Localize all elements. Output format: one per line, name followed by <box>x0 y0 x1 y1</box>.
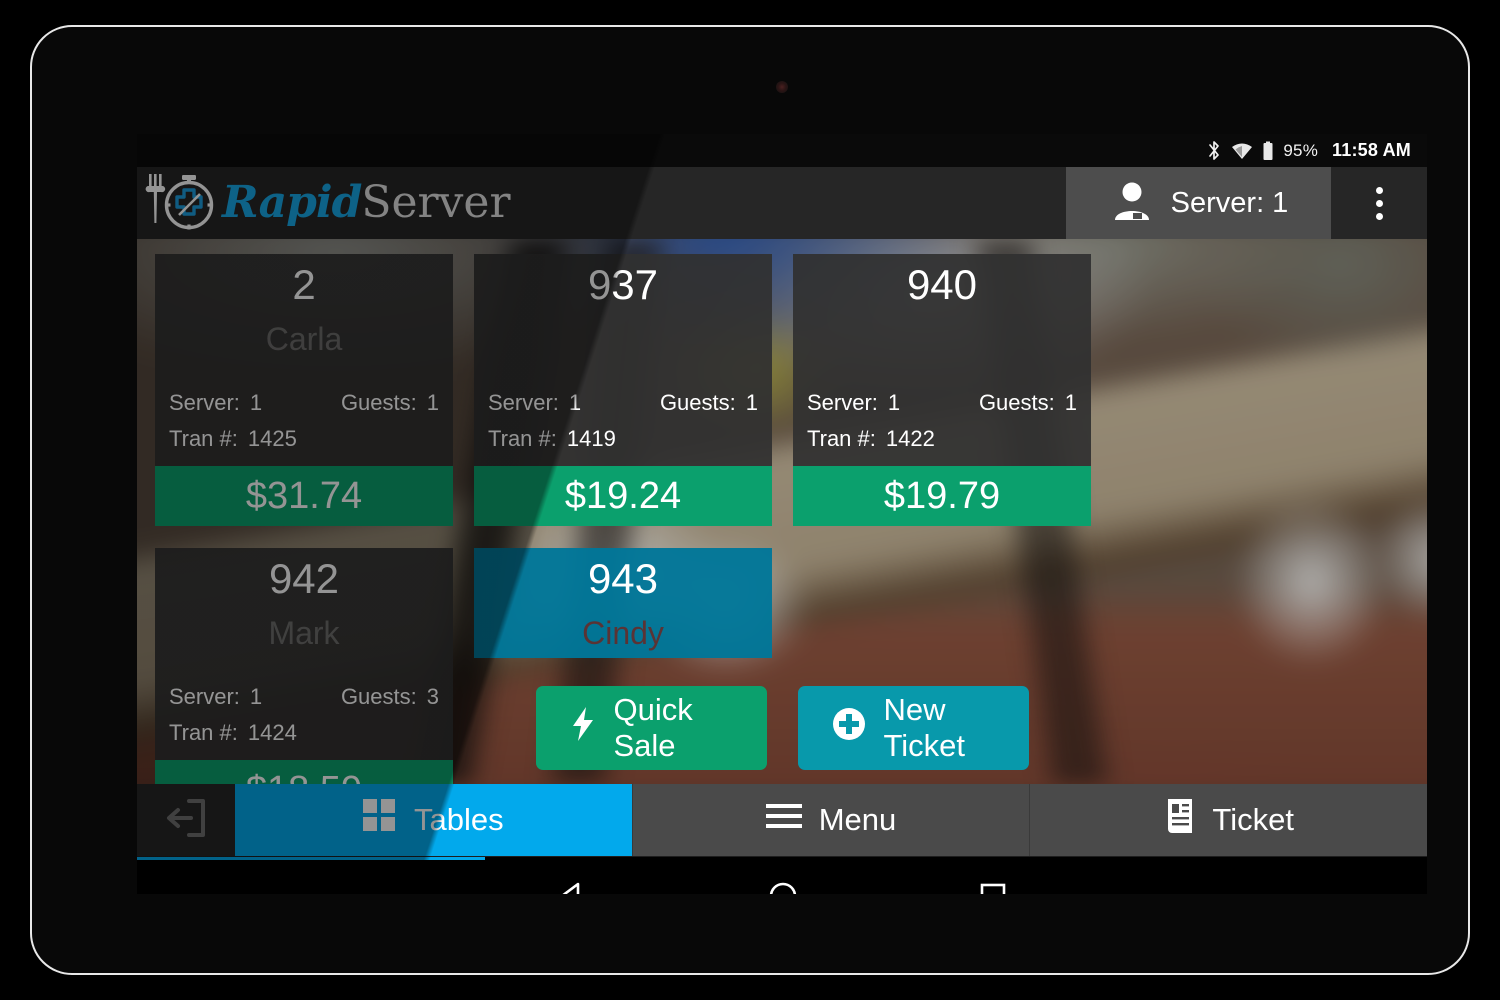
back-triangle-icon[interactable] <box>556 880 588 894</box>
table-card-body: 2 Carla Server: 1 Guests: 1 Tran #: 1425 <box>155 254 453 466</box>
table-card-meta: Server: 1 Guests: 1 Tran #: 1425 <box>169 385 439 458</box>
recents-square-icon[interactable] <box>978 881 1008 894</box>
table-number: 942 <box>268 555 340 602</box>
guests-value: 1 <box>745 389 758 415</box>
table-number: 937 <box>587 261 659 308</box>
logout-icon <box>161 793 211 848</box>
android-navigation-bar <box>137 856 1427 894</box>
table-card[interactable]: 940 Server: 1 Guests: 1 Tran #: 1422 $19.79 <box>793 254 1091 526</box>
bluetooth-icon <box>1207 140 1222 161</box>
table-owner-name: Mark <box>268 615 340 652</box>
new-ticket-button[interactable]: New Ticket <box>797 686 1029 770</box>
table-number: 943 <box>587 555 659 602</box>
tablet-device-frame: 95% 11:58 AM RapidServer Server: 1 2 Car… <box>30 25 1470 975</box>
server-value: 1 <box>568 389 582 415</box>
battery-icon <box>1262 141 1274 161</box>
grid-icon <box>363 799 397 841</box>
quick-sale-button[interactable]: Quick Sale <box>535 686 767 770</box>
app-logo: RapidServer <box>137 168 511 239</box>
guests-value: 1 <box>1064 389 1077 415</box>
status-bar-clock: 11:58 AM <box>1332 140 1411 160</box>
tran-value: 1425 <box>247 426 297 452</box>
table-owner-name: Carla <box>265 321 343 358</box>
tablet-screen: 95% 11:58 AM RapidServer Server: 1 2 Car… <box>137 134 1427 894</box>
android-status-bar: 95% 11:58 AM <box>137 134 1427 167</box>
tab-menu[interactable]: Menu <box>631 784 1030 856</box>
page-progress-indicator <box>137 857 486 860</box>
tran-label: Tran #: <box>488 426 557 452</box>
table-total-amount: $19.79 <box>793 466 1091 526</box>
battery-percent-label: 95% <box>1283 140 1319 160</box>
home-circle-icon[interactable] <box>767 880 799 894</box>
tran-value: 1422 <box>885 426 935 452</box>
table-number: 940 <box>906 261 978 308</box>
tab-ticket[interactable]: Ticket <box>1029 784 1427 856</box>
logout-button[interactable] <box>137 784 235 856</box>
app-logo-text: RapidServer <box>222 181 511 225</box>
table-card-meta: Server: 1 Guests: 1 Tran #: 1419 <box>488 385 758 458</box>
server-value: 1 <box>887 389 901 415</box>
tab-ticket-label: Ticket <box>1212 802 1294 837</box>
server-value: 1 <box>249 389 263 415</box>
guests-label: Guests: <box>978 389 1055 415</box>
receipt-icon <box>1163 798 1195 842</box>
table-total-amount: $31.74 <box>155 466 453 526</box>
table-owner-name: Cindy <box>582 615 664 652</box>
guests-label: Guests: <box>340 389 417 415</box>
table-card-body: 940 Server: 1 Guests: 1 Tran #: 1422 <box>793 254 1091 466</box>
app-logo-server: Server <box>361 177 511 228</box>
table-card-body: 943 Cindy <box>474 548 772 658</box>
table-card-body: 937 Server: 1 Guests: 1 Tran #: 1419 <box>474 254 772 466</box>
table-owner-name <box>807 321 1077 359</box>
table-card[interactable]: 2 Carla Server: 1 Guests: 1 Tran #: 1425 $31.74 <box>155 254 453 526</box>
server-label: Server: <box>807 389 878 415</box>
bottom-tab-bar: Tables Menu Ticket <box>137 784 1427 856</box>
server-label: Server: <box>169 389 240 415</box>
table-total-amount: $19.24 <box>474 466 772 526</box>
guests-value: 1 <box>426 389 439 415</box>
wifi-icon <box>1231 142 1253 160</box>
guests-label: Guests: <box>659 389 736 415</box>
plus-circle-icon <box>832 707 866 749</box>
overflow-menu-icon[interactable] <box>1331 167 1427 239</box>
table-owner-name <box>488 321 758 359</box>
table-card[interactable]: 943 Cindy <box>474 548 772 658</box>
hamburger-icon <box>765 802 802 838</box>
server-guests-row: Server: 1 Guests: 1 <box>488 385 758 422</box>
app-header-bar: RapidServer Server: 1 <box>137 167 1427 239</box>
front-camera-icon <box>776 81 788 93</box>
fork-stopwatch-logo-icon <box>145 168 217 239</box>
tran-label: Tran #: <box>169 426 238 452</box>
tab-tables[interactable]: Tables <box>235 784 632 856</box>
action-button-row: Quick Sale New Ticket <box>137 686 1427 770</box>
server-guests-row: Server: 1 Guests: 1 <box>807 385 1077 422</box>
server-guests-row: Server: 1 Guests: 1 <box>169 385 439 422</box>
quick-sale-label: Quick Sale <box>613 692 693 763</box>
app-logo-rapid: Rapid <box>222 177 362 228</box>
server-label: Server: <box>488 389 559 415</box>
transaction-row: Tran #: 1422 <box>807 421 1077 458</box>
table-number: 2 <box>292 261 316 308</box>
tab-tables-label: Tables <box>414 802 504 837</box>
table-card[interactable]: 937 Server: 1 Guests: 1 Tran #: 1419 $19.24 <box>474 254 772 526</box>
server-selector-button[interactable]: Server: 1 <box>1066 167 1331 239</box>
transaction-row: Tran #: 1419 <box>488 421 758 458</box>
table-card-meta: Server: 1 Guests: 1 Tran #: 1422 <box>807 385 1077 458</box>
new-ticket-label: New Ticket <box>883 692 966 763</box>
tran-value: 1419 <box>566 426 616 452</box>
tran-label: Tran #: <box>807 426 876 452</box>
server-chip-label: Server: 1 <box>1170 186 1289 219</box>
lightning-bolt-icon <box>570 706 596 750</box>
transaction-row: Tran #: 1425 <box>169 421 439 458</box>
person-icon <box>1109 178 1155 229</box>
tables-content-area: 2 Carla Server: 1 Guests: 1 Tran #: 1425 $31.74 9… <box>137 239 1427 784</box>
tab-menu-label: Menu <box>818 802 897 837</box>
